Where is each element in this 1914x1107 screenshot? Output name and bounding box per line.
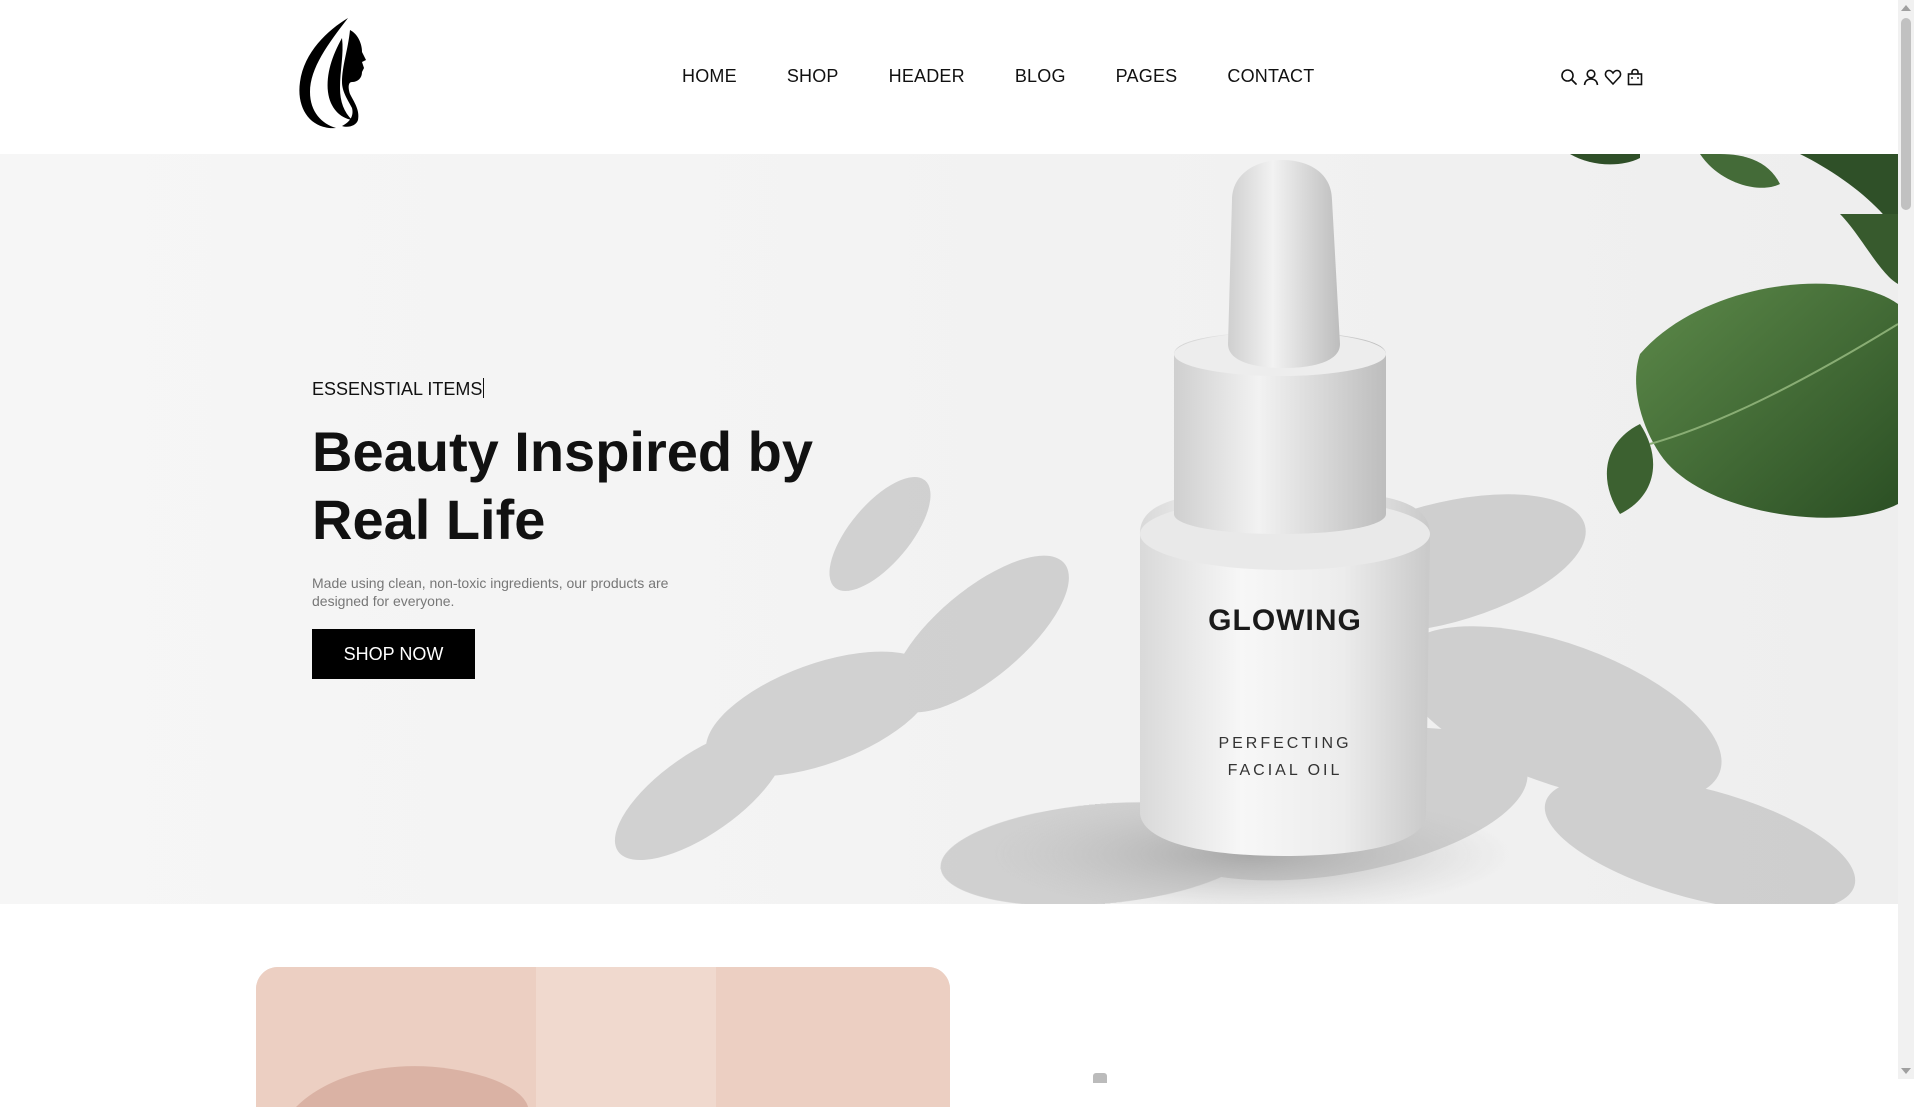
nav-pages[interactable]: PAGES (1116, 66, 1178, 87)
search-icon[interactable] (1560, 68, 1578, 86)
hero-eyebrow: ESSENSTIAL ITEMS (312, 379, 483, 399)
scroll-up-arrow-icon[interactable] (1901, 5, 1911, 11)
hero-banner: GLOWING PERFECTING FACIAL OIL ESSENSTIAL… (0, 154, 1898, 904)
scroll-down-arrow-icon[interactable] (1901, 1068, 1911, 1074)
main-nav: HOME SHOP HEADER BLOG PAGES CONTACT (682, 66, 1314, 87)
nav-header[interactable]: HEADER (889, 66, 965, 87)
model-image (256, 967, 950, 1107)
product-subtitle-line2: FACIAL OIL (1228, 762, 1343, 779)
header-icons (1560, 68, 1644, 86)
user-icon[interactable] (1582, 68, 1600, 86)
product-brand-text: GLOWING (1208, 604, 1362, 637)
hero-title: Beauty Inspired by Real Life (312, 420, 814, 551)
hero-background-image: GLOWING PERFECTING FACIAL OIL (614, 154, 1898, 904)
lower-decoration (1093, 1073, 1107, 1083)
site-header: HOME SHOP HEADER BLOG PAGES CONTACT (0, 0, 1898, 154)
nav-shop[interactable]: SHOP (787, 66, 839, 87)
product-subtitle-line1: PERFECTING (1218, 735, 1351, 752)
shop-now-button[interactable]: SHOP NOW (312, 629, 475, 679)
nav-home[interactable]: HOME (682, 66, 737, 87)
lower-section (0, 904, 1898, 1107)
scroll-thumb[interactable] (1901, 18, 1911, 210)
brand-logo[interactable] (292, 16, 372, 134)
hero-description: Made using clean, non-toxic ingredients,… (312, 575, 669, 609)
scrollbar[interactable] (1898, 0, 1914, 1079)
leaves (1570, 154, 1898, 518)
nav-blog[interactable]: BLOG (1015, 66, 1066, 87)
heart-icon[interactable] (1604, 68, 1622, 86)
bag-icon[interactable] (1626, 68, 1644, 86)
nav-contact[interactable]: CONTACT (1227, 66, 1314, 87)
